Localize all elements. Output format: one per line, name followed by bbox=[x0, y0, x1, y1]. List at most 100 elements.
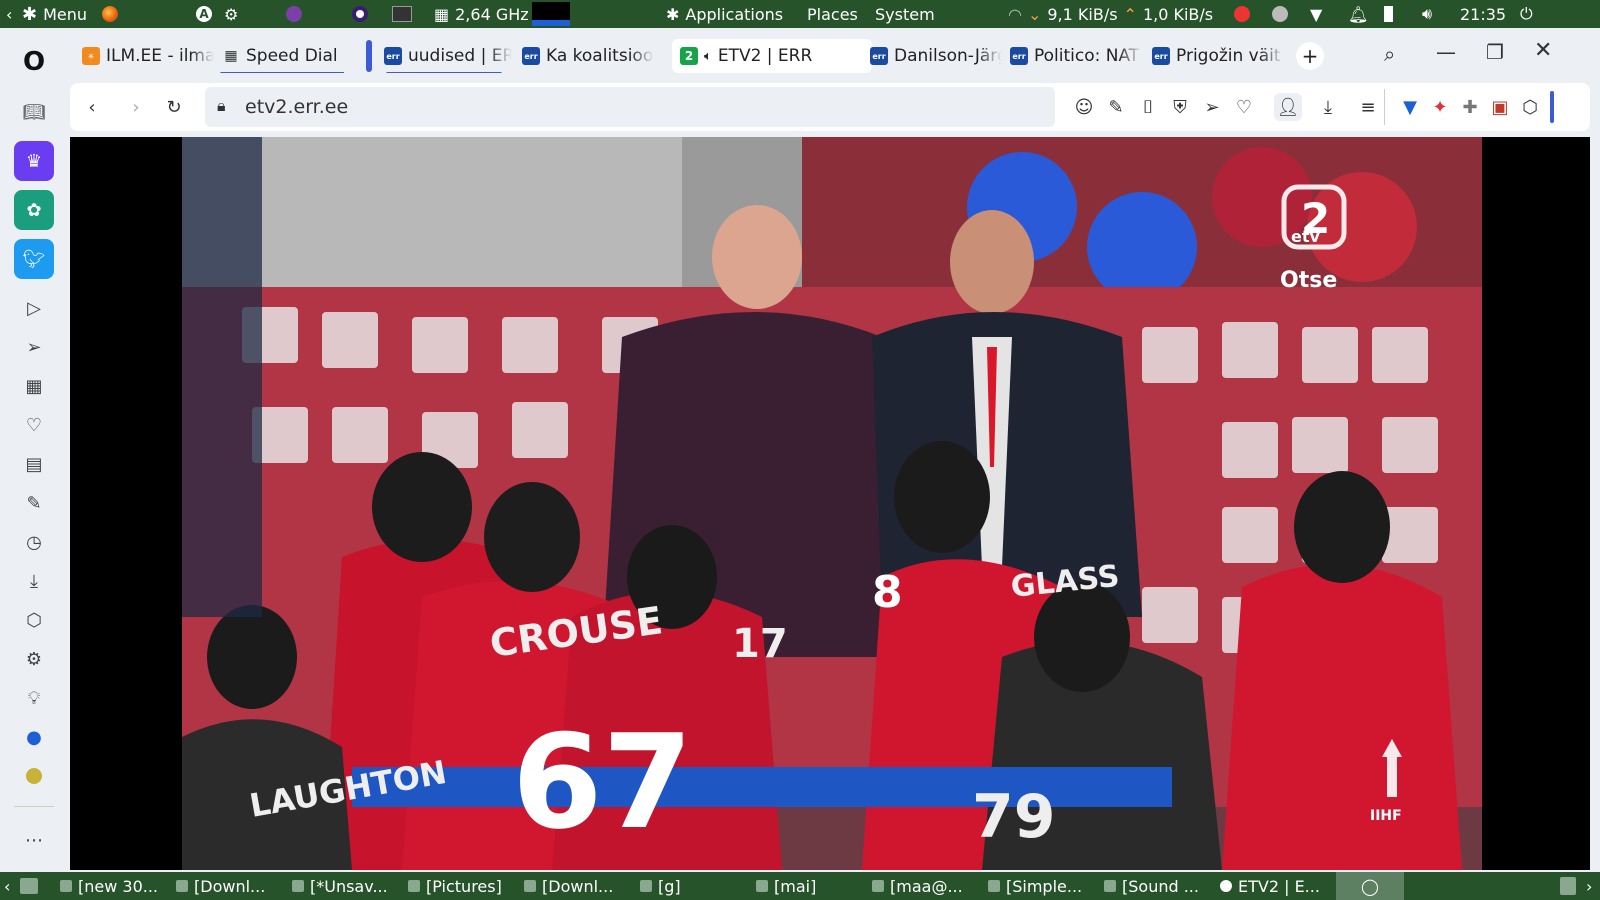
task-downloads-2[interactable]: [Downl... bbox=[524, 872, 613, 900]
sidebar-toggle[interactable] bbox=[1550, 91, 1554, 123]
task-g[interactable]: [g] bbox=[640, 872, 681, 900]
address-toolbar: ‹ › ↻ 🔒︎ etv2.err.ee ☺ ✎ ⌷ ⛨ ➢ ♡ 👤︎ ⤓ ≡ … bbox=[70, 83, 1590, 131]
history-icon[interactable]: ◷ bbox=[14, 522, 54, 562]
battery-icon[interactable] bbox=[1384, 0, 1393, 28]
player-icon[interactable]: ▷ bbox=[14, 288, 54, 328]
panel-collapse-arrow[interactable]: ‹ bbox=[6, 0, 12, 28]
volume-icon[interactable]: 🔊︎ bbox=[1422, 0, 1432, 28]
task-opera-active[interactable]: ◯ bbox=[1336, 872, 1404, 900]
system-menu[interactable]: System bbox=[875, 0, 935, 28]
wallet-icon[interactable] bbox=[14, 756, 54, 796]
new-tab-button[interactable]: + bbox=[1296, 42, 1324, 70]
bookmark-heart-icon[interactable]: ♡ bbox=[1230, 93, 1258, 121]
folder-icon bbox=[176, 880, 188, 892]
emoji-icon[interactable]: ☺ bbox=[1070, 93, 1098, 121]
lock-icon: 🔒︎ bbox=[217, 96, 226, 115]
tab-search-icon[interactable]: ⌕ bbox=[1384, 42, 1395, 66]
snap-edit-icon[interactable]: ✎ bbox=[1102, 93, 1130, 121]
notifications-bell-icon[interactable]: 🔔︎ bbox=[1348, 0, 1368, 28]
extensions-icon[interactable]: ⬡ bbox=[14, 600, 54, 640]
tab-uudised[interactable]: err uudised | ERR bbox=[376, 39, 512, 73]
taskbar-expand-arrow[interactable]: › bbox=[1586, 872, 1592, 900]
forward-icon[interactable]: › bbox=[122, 93, 150, 121]
podcast-icon[interactable] bbox=[286, 0, 302, 28]
terminal-launcher-icon[interactable] bbox=[392, 0, 412, 28]
taskbar-collapse-arrow[interactable]: ‹ bbox=[4, 872, 10, 900]
chatgpt-icon[interactable]: ✿ bbox=[14, 190, 54, 230]
profile-icon[interactable]: 👤︎ bbox=[1274, 93, 1302, 121]
updates-icon[interactable] bbox=[1234, 0, 1250, 28]
task-new30[interactable]: [new 30... bbox=[60, 872, 158, 900]
tab-prigozin[interactable]: err Prigožin väit bbox=[1144, 39, 1284, 73]
more-icon[interactable]: ⋯ bbox=[14, 820, 54, 860]
app-icon bbox=[988, 880, 1000, 892]
settings-icon[interactable]: ⚙ bbox=[14, 639, 54, 679]
etv2-logo-text: etv bbox=[1291, 227, 1321, 246]
opera-logo-icon[interactable]: O bbox=[14, 42, 54, 82]
easy-setup-icon[interactable]: ≡ bbox=[1354, 93, 1382, 121]
red-extension-icon[interactable]: ▣ bbox=[1486, 93, 1514, 121]
send-icon[interactable]: ➢ bbox=[1198, 93, 1226, 121]
camera-icon[interactable]: ⌷ bbox=[1134, 93, 1162, 121]
trash-icon[interactable] bbox=[1560, 872, 1576, 900]
heart-icon[interactable]: ♡ bbox=[14, 405, 54, 445]
tab-danilson[interactable]: err Danilson-Järg bbox=[862, 39, 1002, 73]
close-window-icon[interactable]: ✕ bbox=[1534, 38, 1552, 63]
tab-koalitsioon[interactable]: err Ka koalitsioon bbox=[514, 39, 654, 73]
power-icon[interactable]: ⏻ bbox=[1520, 0, 1533, 28]
cpu-freq-indicator[interactable]: ▦ 2,64 GHz bbox=[434, 0, 529, 28]
jersey-number-79: 79 bbox=[972, 782, 1056, 852]
wifi-icon[interactable]: ▼ bbox=[1310, 0, 1322, 28]
download-icon[interactable]: ⤓ bbox=[1314, 93, 1342, 121]
address-field[interactable]: 🔒︎ etv2.err.ee bbox=[205, 87, 1055, 127]
restore-icon[interactable]: ❐ bbox=[1486, 40, 1504, 64]
puzzle-extension-icon[interactable]: ✚ bbox=[1456, 93, 1484, 121]
opera-launcher-icon[interactable] bbox=[352, 0, 368, 28]
folder-icon bbox=[640, 880, 652, 892]
task-simple[interactable]: [Simple... bbox=[988, 872, 1082, 900]
tab-speed-dial[interactable]: ▦ Speed Dial bbox=[214, 39, 344, 73]
live-video-player[interactable]: 67 CROUSE LAUGHTON GLASS 8 79 17 2 etv O… bbox=[182, 137, 1482, 870]
shield-icon[interactable]: ⛨ bbox=[1166, 93, 1194, 121]
jersey-number-67: 67 bbox=[512, 706, 693, 858]
speaker-icon[interactable]: 🔈︎ bbox=[704, 49, 712, 64]
firefox-launcher-icon[interactable] bbox=[102, 0, 118, 28]
news-icon[interactable]: ▤ bbox=[14, 444, 54, 484]
downloads-icon[interactable]: ⤓ bbox=[14, 561, 54, 601]
clock[interactable]: 21:35 bbox=[1460, 0, 1506, 28]
task-mai[interactable]: [mai] bbox=[756, 872, 816, 900]
tab-etv2[interactable]: 2 🔈︎ ETV2 | ERR bbox=[672, 39, 872, 73]
net-speed-indicator[interactable]: ◠ ⌄ 9,1 KiB/s ⌃ 1,0 KiB/s bbox=[1008, 0, 1213, 28]
tab-politico[interactable]: err Politico: NAT bbox=[1002, 39, 1142, 73]
send-icon[interactable]: ➢ bbox=[14, 327, 54, 367]
info-icon[interactable] bbox=[1272, 0, 1288, 28]
back-icon[interactable]: ‹ bbox=[78, 93, 106, 121]
tips-icon[interactable]: 💡︎ bbox=[14, 678, 54, 718]
tab-ilm[interactable]: ☀ ILM.EE - ilma bbox=[74, 39, 214, 73]
a-indicator-icon[interactable]: A bbox=[196, 0, 212, 28]
settings-indicator-icon[interactable]: ⚙ bbox=[224, 0, 238, 28]
vpn-extension-icon[interactable]: ▼ bbox=[1396, 93, 1424, 121]
task-unsaved[interactable]: [*Unsav... bbox=[292, 872, 388, 900]
speed-dial-icon[interactable]: ▦ bbox=[14, 366, 54, 406]
places-menu[interactable]: Places bbox=[807, 0, 858, 28]
crown-icon[interactable]: ♛ bbox=[14, 141, 54, 181]
task-terminal[interactable]: [maa@... bbox=[872, 872, 963, 900]
twitter-icon[interactable]: 🐦︎ bbox=[14, 239, 54, 279]
applications-menu[interactable]: ✱ Applications bbox=[666, 0, 783, 28]
task-pictures[interactable]: [Pictures] bbox=[408, 872, 502, 900]
edit-icon[interactable]: ✎ bbox=[14, 483, 54, 523]
reload-icon[interactable]: ↻ bbox=[160, 93, 188, 121]
editor-icon bbox=[292, 880, 304, 892]
page-content: 67 CROUSE LAUGHTON GLASS 8 79 17 2 etv O… bbox=[70, 137, 1590, 870]
cube-extension-icon[interactable]: ⬡ bbox=[1516, 93, 1544, 121]
task-downloads-1[interactable]: [Downl... bbox=[176, 872, 265, 900]
minimize-icon[interactable]: — bbox=[1436, 40, 1456, 64]
chat-icon[interactable]: ● bbox=[14, 717, 54, 757]
reading-list-icon[interactable]: 📖︎ bbox=[14, 92, 54, 132]
menu-button[interactable]: ✱ Menu bbox=[22, 0, 87, 28]
task-etv2[interactable]: ETV2 | E... bbox=[1220, 872, 1320, 900]
task-sound[interactable]: [Sound ... bbox=[1104, 872, 1199, 900]
translate-extension-icon[interactable]: ✦ bbox=[1426, 93, 1454, 121]
show-desktop-icon[interactable] bbox=[20, 872, 38, 900]
